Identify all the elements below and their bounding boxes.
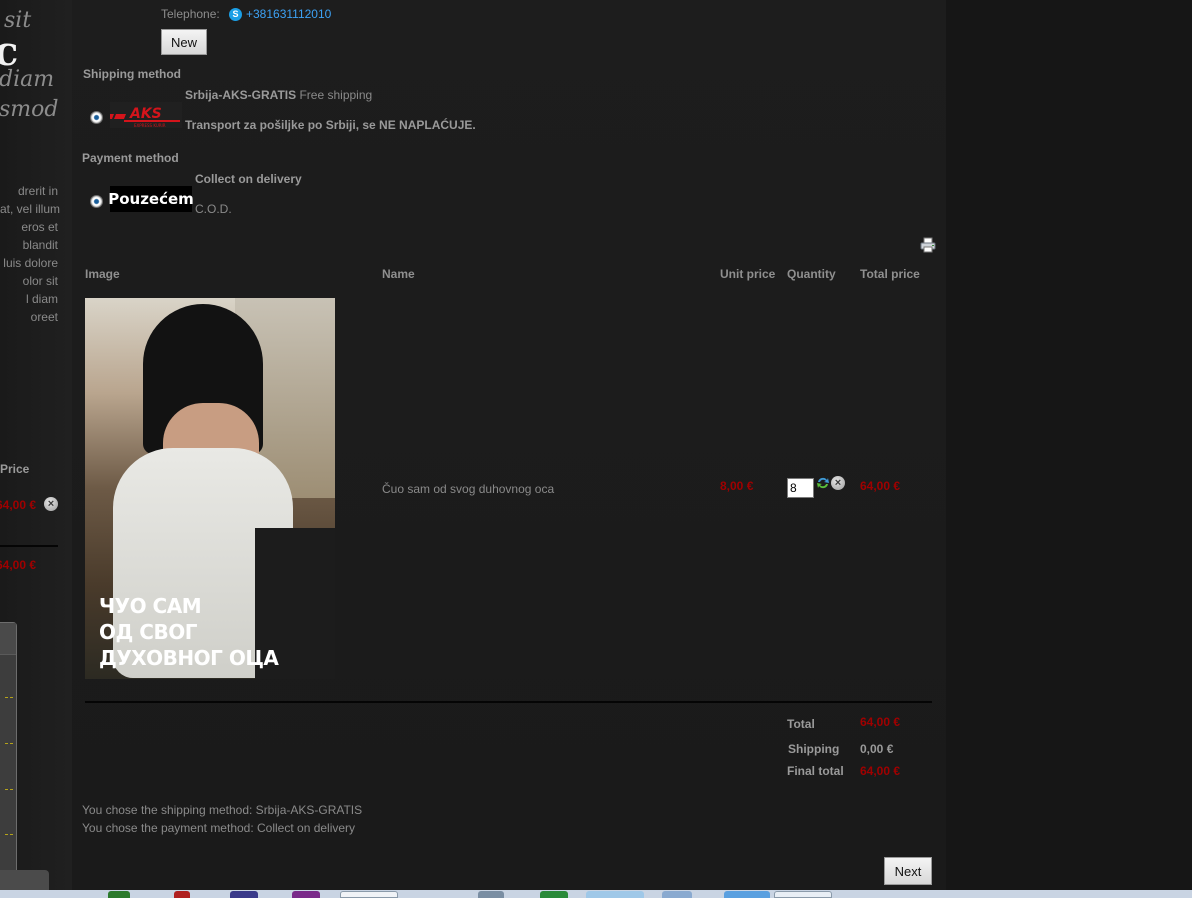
sidebar-lorem-line: olor sit — [22, 274, 58, 288]
checkout-main: Telephone: S +381631112010 New Shipping … — [72, 0, 946, 898]
print-icon-graphic — [920, 237, 936, 253]
taskbar-item[interactable] — [586, 891, 644, 898]
col-header-name: Name — [382, 267, 415, 281]
sidebar-lorem-text: drerit in at, vel illum eros et blandit … — [0, 182, 72, 326]
left-sidebar: sit c diam smod drerit in at, vel illum … — [0, 0, 72, 898]
col-header-unit-price: Unit price — [720, 267, 776, 281]
shipping-option-tag: Free shipping — [299, 88, 373, 102]
aks-logo-graphic: AKS EXPRESS KURIR — [108, 106, 180, 128]
payment-option-description: C.O.D. — [195, 202, 232, 216]
taskbar-item[interactable] — [292, 891, 320, 898]
product-total-price: 64,00 € — [860, 479, 901, 493]
sidebar-lorem-line: at, vel illum — [0, 202, 61, 216]
summary-final-value: 64,00 € — [860, 764, 901, 778]
col-header-image: Image — [85, 267, 120, 281]
refresh-icon-graphic — [817, 477, 829, 489]
sidebar-lorem-line: drerit in — [17, 184, 58, 198]
shipping-option-description: Transport za pošiljke po Srbiji, se NE N… — [185, 118, 476, 132]
telephone-link[interactable]: +381631112010 — [246, 7, 331, 21]
side-panel-dash — [5, 834, 13, 835]
product-cover-line: ОД СВОГ — [99, 620, 197, 644]
pouzecem-logo: Pouzećem — [108, 186, 194, 212]
product-cover-line: ЧУО САМ — [99, 594, 202, 618]
aks-logo-subtext: EXPRESS KURIR — [134, 123, 166, 128]
col-header-quantity: Quantity — [787, 267, 836, 281]
taskbar-item[interactable] — [108, 891, 130, 898]
summary-final-label: Final total — [787, 764, 844, 778]
payment-option-name: Collect on delivery — [195, 172, 302, 186]
side-panel-tab[interactable] — [0, 870, 49, 890]
product-unit-price: 8,00 € — [720, 479, 754, 493]
product-image[interactable]: ЧУО САМ ОД СВОГ ДУХОВНОГ ОЦА — [85, 298, 335, 679]
taskbar-item[interactable] — [774, 891, 832, 898]
product-name[interactable]: Čuo sam od svog duhovnog oca — [382, 482, 554, 496]
side-panel-dash — [5, 697, 13, 698]
quantity-input[interactable] — [787, 478, 814, 498]
side-panel-dash — [5, 743, 13, 744]
taskbar-item[interactable] — [662, 891, 692, 898]
summary-total-label: Total — [787, 717, 815, 731]
side-panel-widget[interactable] — [0, 622, 17, 898]
summary-total-value: 64,00 € — [860, 715, 901, 729]
shipping-option-label: Srbija-AKS-GRATIS Free shipping — [185, 88, 372, 102]
remove-item-icon[interactable]: × — [831, 476, 845, 490]
right-background — [946, 0, 1192, 898]
shipping-radio[interactable] — [90, 111, 103, 124]
product-cover-title: ЧУО САМ ОД СВОГ ДУХОВНОГ ОЦА — [99, 593, 279, 671]
taskbar-item[interactable] — [724, 891, 770, 898]
sidebar-lorem-line: l diam — [25, 292, 58, 306]
sidebar-lorem-line: blandit — [22, 238, 58, 252]
refresh-quantity-icon[interactable] — [816, 476, 830, 490]
aks-logo-text: AKS — [129, 106, 162, 122]
new-address-button[interactable]: New — [161, 29, 207, 55]
mini-cart-item-price: 64,00 € — [0, 498, 37, 512]
sidebar-lorem-line: eros et — [21, 220, 58, 234]
sidebar-italic-line-2: diam — [0, 67, 55, 92]
side-panel-header — [0, 623, 16, 655]
shipping-option-name: Srbija-AKS-GRATIS — [185, 88, 297, 102]
mini-cart-price-label: Price — [0, 462, 30, 476]
next-button[interactable]: Next — [884, 857, 932, 885]
taskbar-item[interactable] — [478, 891, 504, 898]
product-cover-line: ДУХОВНОГ ОЦА — [99, 646, 279, 670]
taskbar — [0, 890, 1192, 898]
taskbar-item[interactable] — [540, 891, 568, 898]
sidebar-lorem-line: oreet — [30, 310, 58, 324]
taskbar-item[interactable] — [340, 891, 398, 898]
shipping-choice-notice: You chose the shipping method: Srbija-AK… — [82, 803, 363, 817]
side-panel-dash — [5, 789, 13, 790]
summary-shipping-value: 0,00 € — [860, 742, 894, 756]
mini-cart-remove-icon[interactable]: × — [44, 497, 58, 511]
col-header-total-price: Total price — [860, 267, 920, 281]
taskbar-item[interactable] — [230, 891, 258, 898]
print-icon[interactable] — [920, 237, 936, 253]
mini-cart-total-price: 64,00 € — [0, 558, 37, 572]
mini-cart-divider — [0, 545, 58, 547]
sidebar-italic-line-3: smod — [0, 97, 59, 122]
cart-table-divider — [85, 701, 932, 703]
shipping-method-heading: Shipping method — [83, 67, 181, 81]
taskbar-item[interactable] — [174, 891, 190, 898]
payment-choice-notice: You chose the payment method: Collect on… — [82, 821, 356, 835]
payment-radio[interactable] — [90, 195, 103, 208]
skype-icon: S — [229, 8, 242, 21]
summary-shipping-label: Shipping — [788, 742, 840, 756]
payment-method-heading: Payment method — [82, 151, 179, 165]
sidebar-lorem-line: luis dolore — [3, 256, 58, 270]
telephone-label: Telephone: — [161, 7, 220, 21]
aks-logo: AKS EXPRESS KURIR — [108, 102, 182, 128]
